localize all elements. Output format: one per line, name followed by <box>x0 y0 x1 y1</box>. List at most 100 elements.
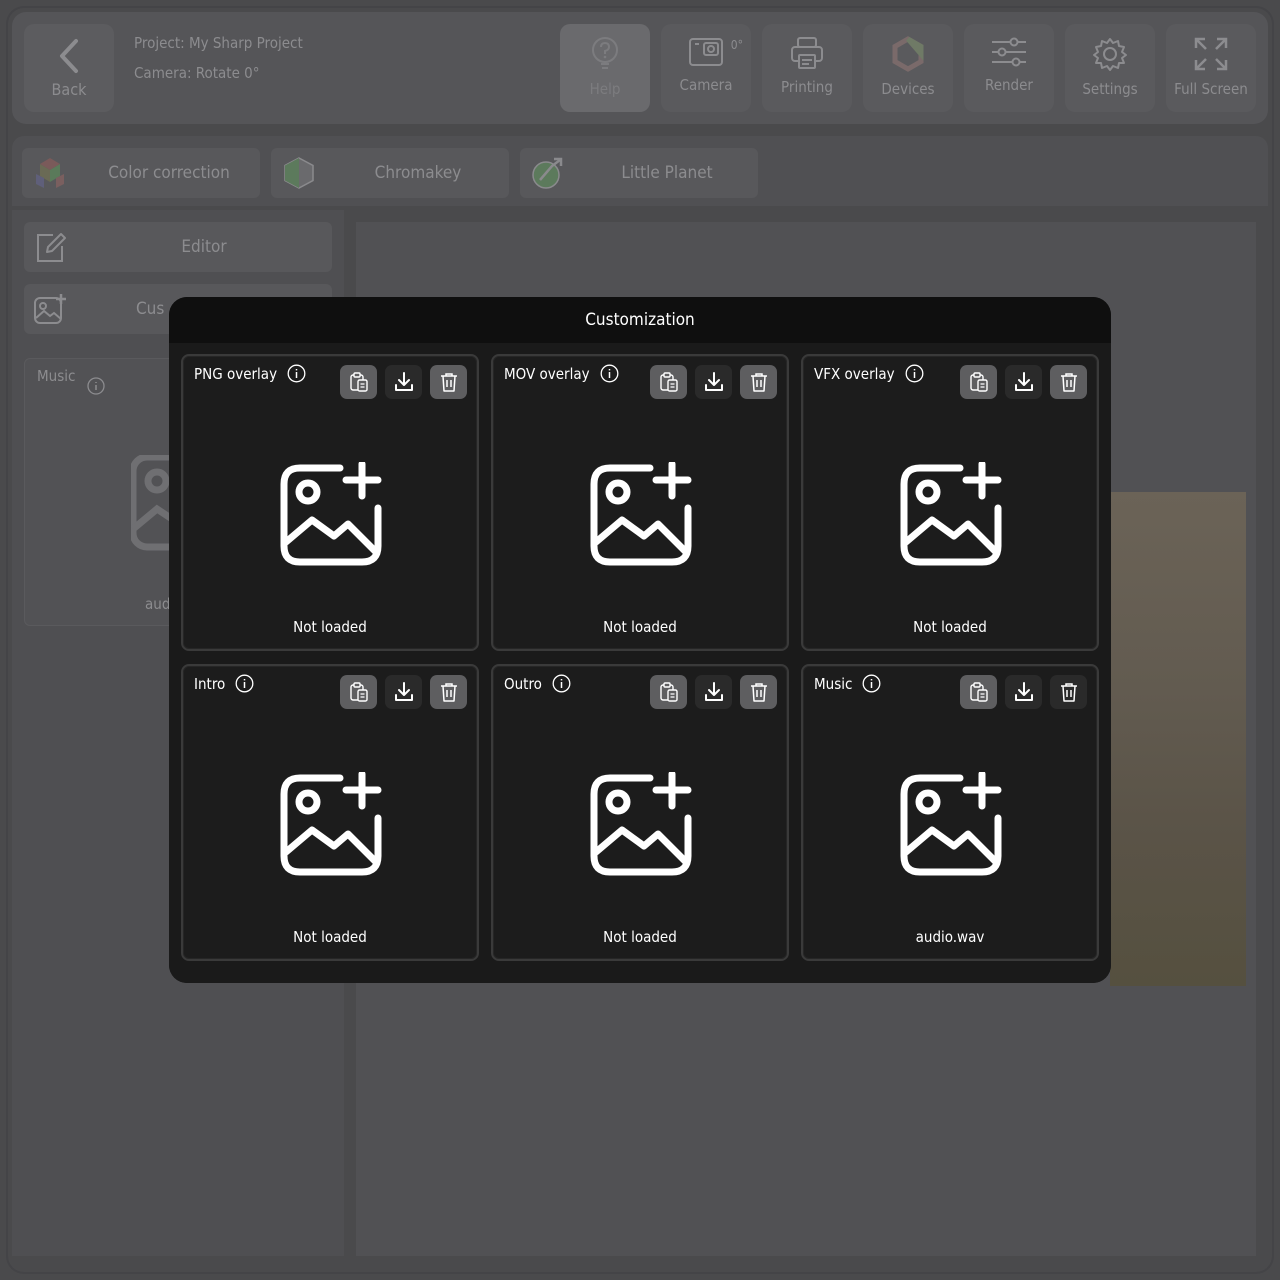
card-actions <box>340 675 467 709</box>
card-title: Music <box>814 674 853 693</box>
paste-button[interactable] <box>340 675 377 709</box>
music-card-title: Music <box>37 367 76 385</box>
add-image-icon[interactable] <box>588 772 692 876</box>
card-status: Not loaded <box>913 618 987 636</box>
trash-icon <box>440 683 457 702</box>
card-title-row: PNG overlay <box>194 364 306 383</box>
camera-rotation: Camera: Rotate 0° <box>134 64 260 82</box>
card-status: Not loaded <box>603 928 677 946</box>
camera-button[interactable]: Camera 0° <box>661 24 751 112</box>
card-title-row: Music <box>814 674 881 693</box>
customization-dialog: Customization PNG overlay Not loaded MOV… <box>169 297 1111 983</box>
delete-button[interactable] <box>1050 675 1087 709</box>
paste-button[interactable] <box>650 365 687 399</box>
download-icon <box>394 372 413 391</box>
download-button[interactable] <box>695 365 732 399</box>
paste-button[interactable] <box>960 675 997 709</box>
fullscreen-label: Full Screen <box>1174 80 1248 98</box>
edit-icon <box>37 233 66 262</box>
devices-button[interactable]: Devices <box>863 24 953 112</box>
upload-card-png-overlay[interactable]: PNG overlay Not loaded <box>181 354 479 651</box>
card-title: VFX overlay <box>814 364 895 383</box>
delete-button[interactable] <box>430 675 467 709</box>
dialog-body: PNG overlay Not loaded MOV overlay Not l… <box>169 343 1111 983</box>
add-image-icon[interactable] <box>898 772 1002 876</box>
upload-card-vfx-overlay[interactable]: VFX overlay Not loaded <box>801 354 1099 651</box>
camera-icon <box>689 38 723 66</box>
camera-label: Camera <box>679 76 733 94</box>
little-planet-button[interactable]: Little Planet <box>520 148 758 198</box>
info-icon[interactable] <box>287 364 306 383</box>
settings-label: Settings <box>1082 80 1138 98</box>
effects-bar: Color correction Chromakey Little Planet <box>12 136 1268 206</box>
upload-card-outro[interactable]: Outro Not loaded <box>491 664 789 961</box>
fullscreen-icon <box>1194 37 1228 71</box>
paste-button[interactable] <box>960 365 997 399</box>
render-button[interactable]: Render <box>964 24 1054 112</box>
download-button[interactable] <box>695 675 732 709</box>
clipboard-icon <box>969 682 988 702</box>
add-image-icon[interactable] <box>278 772 382 876</box>
fullscreen-button[interactable]: Full Screen <box>1166 24 1256 112</box>
info-icon[interactable] <box>552 674 571 693</box>
download-button[interactable] <box>1005 365 1042 399</box>
card-status: Not loaded <box>293 928 367 946</box>
info-icon[interactable] <box>600 364 619 383</box>
planet-icon <box>532 157 563 189</box>
download-button[interactable] <box>385 675 422 709</box>
chevron-left-icon <box>60 38 78 73</box>
printing-label: Printing <box>781 78 833 96</box>
sliders-icon <box>992 37 1026 67</box>
download-icon <box>704 372 723 391</box>
info-icon[interactable] <box>235 674 254 693</box>
printing-button[interactable]: Printing <box>762 24 852 112</box>
trash-icon <box>440 373 457 392</box>
color-correction-button[interactable]: Color correction <box>22 148 260 198</box>
chromakey-button[interactable]: Chromakey <box>271 148 509 198</box>
paste-button[interactable] <box>650 675 687 709</box>
add-image-icon[interactable] <box>588 462 692 566</box>
upload-card-music[interactable]: Music audio.wav <box>801 664 1099 961</box>
devices-label: Devices <box>881 80 935 98</box>
clipboard-icon <box>969 372 988 392</box>
download-button[interactable] <box>1005 675 1042 709</box>
card-actions <box>960 675 1087 709</box>
delete-button[interactable] <box>740 365 777 399</box>
top-toolbar: Back Project: My Sharp Project Camera: R… <box>12 12 1268 124</box>
delete-button[interactable] <box>430 365 467 399</box>
settings-button[interactable]: Settings <box>1065 24 1155 112</box>
clipboard-icon <box>349 372 368 392</box>
download-icon <box>1014 372 1033 391</box>
help-icon <box>592 37 618 69</box>
upload-card-intro[interactable]: Intro Not loaded <box>181 664 479 961</box>
card-status: Not loaded <box>603 618 677 636</box>
upload-card-mov-overlay[interactable]: MOV overlay Not loaded <box>491 354 789 651</box>
chromakey-label: Chromakey <box>374 163 462 183</box>
project-info: Project: My Sharp Project Camera: Rotate… <box>134 28 303 88</box>
info-icon <box>87 377 105 395</box>
download-button[interactable] <box>385 365 422 399</box>
camera-rotation-badge: 0° <box>730 38 743 52</box>
card-actions <box>650 675 777 709</box>
clipboard-icon <box>659 372 678 392</box>
card-actions <box>340 365 467 399</box>
delete-button[interactable] <box>740 675 777 709</box>
trash-icon <box>750 683 767 702</box>
card-title: PNG overlay <box>194 364 278 383</box>
back-button[interactable]: Back <box>24 24 114 112</box>
delete-button[interactable] <box>1050 365 1087 399</box>
add-image-icon[interactable] <box>898 462 1002 566</box>
card-status: audio.wav <box>915 928 985 946</box>
project-name: Project: My Sharp Project <box>134 34 303 52</box>
card-title-row: VFX overlay <box>814 364 924 383</box>
help-button[interactable]: Help <box>560 24 650 112</box>
paste-button[interactable] <box>340 365 377 399</box>
info-icon[interactable] <box>905 364 924 383</box>
editor-button[interactable]: Editor <box>24 222 332 272</box>
info-icon[interactable] <box>862 674 881 693</box>
render-label: Render <box>985 76 1033 94</box>
download-icon <box>704 682 723 701</box>
add-image-icon[interactable] <box>278 462 382 566</box>
card-title: MOV overlay <box>504 364 590 383</box>
card-title-row: MOV overlay <box>504 364 619 383</box>
